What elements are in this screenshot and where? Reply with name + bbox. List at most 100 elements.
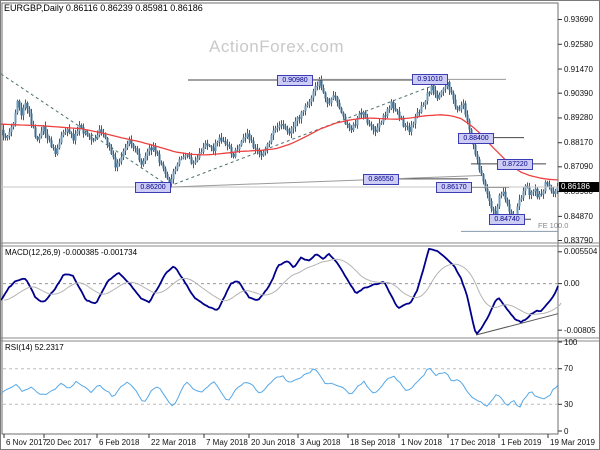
candlestick	[80, 125, 83, 128]
candlestick	[94, 138, 97, 140]
candlestick	[288, 131, 291, 134]
x-axis-label: 18 Sep 2018	[350, 438, 396, 447]
candlestick	[376, 127, 379, 132]
candlestick	[430, 85, 433, 94]
x-axis-label: 20 Jun 2018	[251, 438, 296, 447]
x-axis-label: 19 Mar 2019	[550, 438, 595, 447]
candlestick	[334, 95, 337, 98]
candlestick	[20, 107, 23, 116]
candlestick	[452, 92, 455, 100]
candlestick	[490, 201, 493, 209]
candlestick	[474, 144, 477, 155]
price-level-label[interactable]: 0.90980	[277, 74, 313, 86]
candlestick	[406, 125, 409, 127]
candlestick	[210, 145, 213, 148]
candlestick	[312, 91, 315, 98]
candlestick	[44, 125, 47, 134]
candlestick	[54, 148, 57, 155]
watermark: ActionForex.com	[209, 37, 345, 56]
candlestick	[166, 173, 169, 179]
candlestick	[528, 186, 531, 196]
candlestick	[60, 135, 63, 143]
candlestick	[214, 143, 217, 152]
candlestick	[394, 108, 397, 111]
candlestick	[16, 100, 19, 113]
candlestick	[354, 124, 357, 126]
candlestick	[172, 171, 175, 180]
candlestick	[368, 123, 371, 125]
candlestick	[454, 99, 457, 107]
candlestick	[404, 125, 407, 127]
candlestick	[332, 95, 335, 99]
candlestick	[486, 188, 489, 195]
candlestick	[266, 144, 269, 149]
candlestick	[388, 108, 391, 110]
candlestick	[390, 101, 393, 109]
candlestick	[2, 129, 5, 136]
price-axis-tick: 0.92580	[564, 39, 593, 49]
chart-area[interactable]	[1, 1, 600, 450]
candlestick	[52, 147, 55, 149]
trendline[interactable]	[168, 175, 482, 188]
trendline[interactable]	[168, 80, 447, 187]
candlestick	[292, 126, 295, 129]
candlestick	[444, 86, 447, 89]
candlestick	[10, 126, 13, 132]
price-axis-tick: 0.83790	[564, 235, 593, 245]
candlestick	[62, 132, 65, 136]
price-level-label[interactable]: 0.91010	[412, 74, 448, 86]
candlestick	[6, 136, 9, 138]
candlestick	[346, 123, 349, 125]
candlestick	[22, 107, 25, 116]
candlestick	[146, 151, 149, 157]
price-axis-tick: 0.90390	[564, 88, 593, 98]
candlestick	[458, 109, 461, 111]
candlestick	[538, 193, 541, 198]
candlestick	[86, 132, 89, 136]
candlestick	[106, 138, 109, 144]
candlestick	[28, 108, 31, 114]
x-axis-label: 17 Dec 2018	[450, 438, 496, 447]
candlestick	[416, 112, 419, 117]
candlestick	[428, 92, 431, 94]
rsi-axis-tick: 30	[564, 399, 573, 409]
candlestick	[304, 105, 307, 112]
candlestick	[74, 133, 77, 141]
candlestick	[378, 123, 381, 128]
price-level-label[interactable]: 0.87220	[497, 158, 533, 170]
candlestick	[532, 191, 535, 193]
candlestick	[348, 124, 351, 129]
price-axis-tick: 0.91470	[564, 64, 593, 74]
price-level-label[interactable]: 0.86200	[135, 181, 171, 193]
candlestick	[364, 112, 367, 118]
candlestick	[282, 124, 285, 127]
candlestick	[178, 159, 181, 165]
candlestick	[242, 137, 245, 142]
candlestick	[8, 131, 11, 137]
candlestick	[508, 203, 511, 212]
candlestick	[122, 151, 125, 158]
candlestick	[222, 140, 225, 142]
candlestick	[342, 112, 345, 117]
x-axis-label: 22 Mar 2018	[151, 438, 196, 447]
price-level-label[interactable]: 0.86550	[363, 173, 399, 185]
candlestick	[546, 182, 549, 185]
x-axis-label: 6 Nov 2017	[6, 438, 47, 447]
candlestick	[290, 128, 293, 134]
mt4-chart-window: EURGBP,Daily 0.86116 0.86239 0.85981 0.8…	[0, 0, 600, 450]
candlestick	[476, 154, 479, 160]
candlestick	[418, 112, 421, 114]
candlestick	[500, 193, 503, 196]
candlestick	[18, 100, 21, 108]
price-level-label[interactable]: 0.86170	[436, 182, 472, 194]
candlestick	[154, 146, 157, 152]
candlestick	[226, 144, 229, 146]
candlestick	[358, 113, 361, 118]
candlestick	[344, 116, 347, 124]
price-level-label[interactable]: 0.84740	[489, 214, 525, 226]
candlestick	[362, 112, 365, 115]
candlestick	[182, 156, 185, 159]
price-level-label[interactable]: 0.88400	[458, 132, 494, 144]
candlestick	[380, 122, 383, 124]
candlestick	[450, 89, 453, 93]
